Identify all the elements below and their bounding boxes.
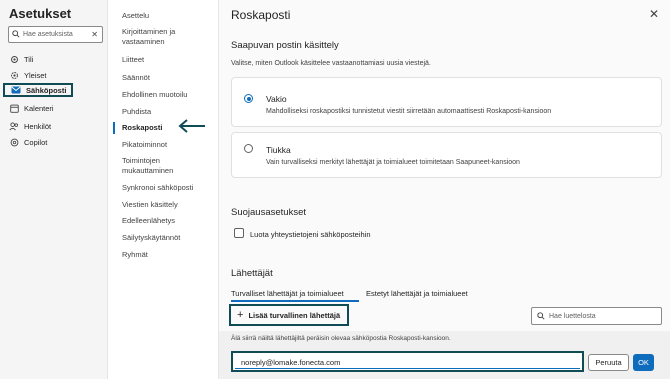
mid-item-compose-2[interactable]: vastaaminen [122,37,217,47]
sender-email-field[interactable] [231,351,584,372]
nav-item-label: Henkilöt [24,121,52,131]
mid-item-rules[interactable]: Säännöt [122,73,217,83]
safe-senders-notice: Älä siirrä näiltä lähettäjiltä peräisin … [231,335,451,342]
page-title: Roskaposti [231,8,291,22]
nav-item-label: Sähköposti [26,85,67,95]
add-safe-sender-button[interactable]: + Lisää turvallinen lähettäjä [229,304,349,326]
mid-item-sync[interactable]: Synkronoi sähköposti [122,183,217,193]
list-search-placeholder: Hae luettelosta [549,313,596,320]
search-placeholder: Hae asetuksista [23,31,73,38]
mid-item-attachments[interactable]: Liitteet [122,55,217,65]
mid-item-retention[interactable]: Säilytyskäytännöt [122,233,217,243]
mid-item-customize-actions-2[interactable]: mukauttaminen [122,166,217,176]
trust-contacts-checkbox[interactable] [234,228,244,238]
option-strict[interactable]: Tiukka Vain turvalliseksi merkityt lähet… [231,132,662,178]
list-search-input[interactable]: Hae luettelosta [531,307,662,325]
cancel-button[interactable]: Peruuta [588,354,629,371]
radio-standard[interactable] [244,94,253,103]
radio-strict[interactable] [244,144,253,153]
nav-item-account[interactable]: Tili [8,52,98,66]
senders-heading: Lähettäjät [231,268,273,279]
option-description: Mahdolliseksi roskapostiksi tunnistetut … [266,108,552,115]
clear-icon[interactable]: ✕ [91,30,98,39]
settings-title: Asetukset [9,6,72,21]
nav-item-label: Yleiset [24,70,47,80]
incoming-heading: Saapuvan postin käsittely [231,40,339,51]
settings-search-input[interactable]: Hae asetuksista ✕ [8,26,103,43]
mail-settings-list: Asettelu Kirjoittaminen ja vastaaminen L… [108,0,219,379]
mid-item-forwarding[interactable]: Edelleenlähetys [122,216,217,226]
search-icon [12,30,20,40]
mid-item-compose[interactable]: Kirjoittaminen ja [122,27,217,37]
search-icon [537,312,545,322]
nav-item-calendar[interactable]: Kalenteri [8,101,98,115]
mid-item-layout[interactable]: Asettelu [122,11,217,21]
mid-item-message-handling[interactable]: Viestien käsittely [122,200,217,210]
pointer-arrow-icon [178,119,205,133]
sender-email-input[interactable] [241,358,541,367]
gear-icon [8,70,20,80]
focus-underline [235,368,580,369]
mid-item-groups[interactable]: Ryhmät [122,250,217,260]
plus-icon: + [237,309,244,321]
tab-blocked-senders[interactable]: Estetyt lähettäjät ja toimialueet [366,289,468,298]
security-heading: Suojausasetukset [231,207,306,218]
calendar-icon [8,103,20,113]
option-title: Tiukka [266,145,291,155]
nav-item-general[interactable]: Yleiset [8,68,98,82]
option-standard[interactable]: Vakio Mahdolliseksi roskapostiksi tunnis… [231,77,662,127]
gear-icon [8,54,20,64]
option-title: Vakio [266,94,287,104]
nav-item-mail[interactable]: Sähköposti [3,83,73,97]
mid-item-quick-actions[interactable]: Pikatoiminnot [122,140,217,150]
people-icon [8,121,20,131]
close-icon[interactable]: ✕ [649,7,659,21]
mid-item-customize-actions[interactable]: Toimintojen [122,156,217,166]
mid-item-sweep[interactable]: Puhdista [122,107,217,117]
selection-indicator [113,122,115,134]
nav-item-copilot[interactable]: Copilot [8,135,98,149]
nav-item-people[interactable]: Henkilöt [8,119,98,133]
add-safe-sender-label: Lisää turvallinen lähettäjä [248,310,341,320]
active-tab-underline [231,300,359,302]
incoming-description: Valitse, miten Outlook käsittelee vastaa… [231,60,431,67]
nav-item-label: Kalenteri [24,103,54,113]
mail-icon [10,85,22,95]
option-description: Vain turvalliseksi merkityt lähettäjät j… [266,159,520,166]
nav-item-label: Tili [24,54,34,64]
junk-email-panel: Roskaposti ✕ Saapuvan postin käsittely V… [219,0,670,379]
nav-item-label: Copilot [24,137,48,147]
tab-safe-senders[interactable]: Turvalliset lähettäjät ja toimialueet [231,289,344,298]
mid-item-conditional-formatting[interactable]: Ehdollinen muotoilu [122,90,217,100]
trust-contacts-label: Luota yhteystietojeni sähköposteihin [250,230,371,239]
copilot-icon [8,137,20,147]
settings-nav: Asetukset Hae asetuksista ✕ Tili Yleiset… [0,0,108,379]
ok-button[interactable]: OK [633,354,654,371]
